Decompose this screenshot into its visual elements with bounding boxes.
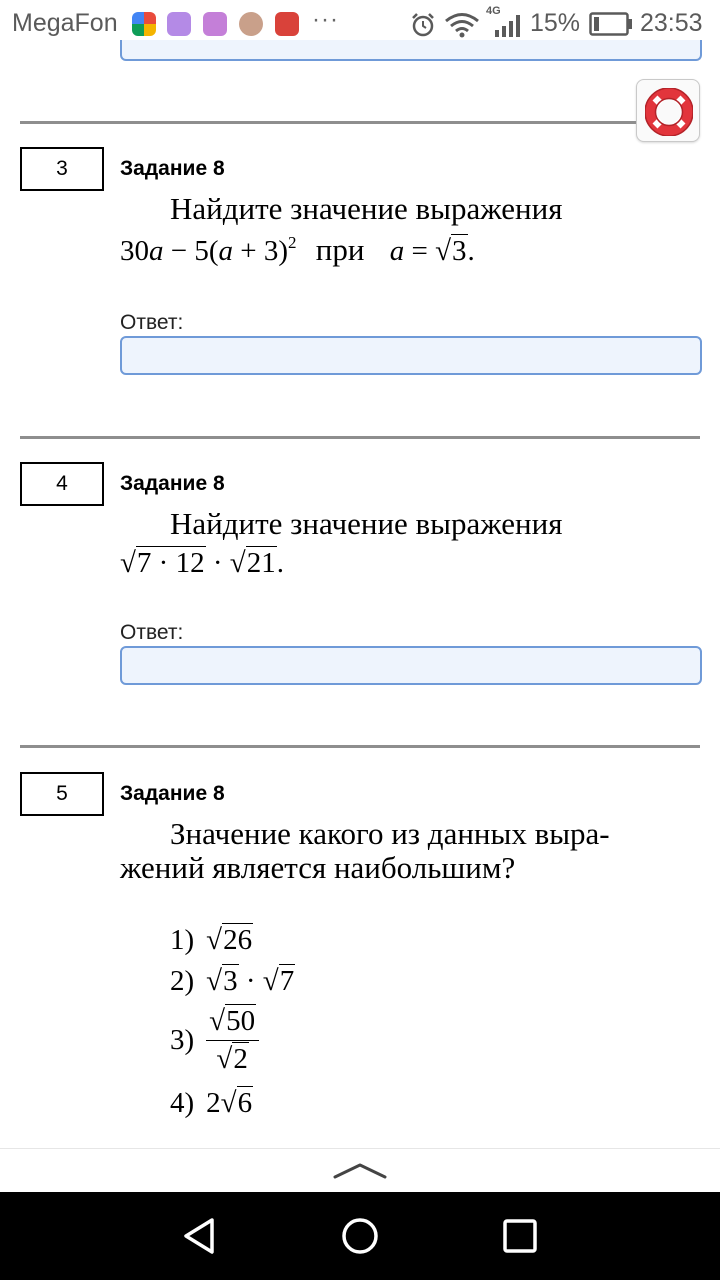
section-divider [20, 121, 636, 124]
task-title: Задание 8 [120, 472, 225, 495]
carrier-name: MegaFon [12, 9, 118, 37]
sqrt-symbol: √ [206, 924, 223, 956]
task-number-box: 5 [20, 772, 104, 816]
task-number-box: 3 [20, 147, 104, 191]
messages-notification-icon [167, 12, 191, 36]
fraction: √50 √2 [206, 1004, 260, 1076]
sqrt-expression: √21 [229, 546, 277, 580]
previous-answer-input[interactable] [120, 40, 702, 61]
lifebuoy-icon [645, 88, 693, 136]
answer-input[interactable] [120, 646, 702, 685]
sqrt-radicand: 3 [222, 964, 239, 997]
expr-part: 30 [120, 235, 149, 267]
sqrt-symbol: √ [206, 965, 223, 997]
sqrt-expression: √7 · 12 [120, 546, 206, 580]
sqrt-radicand: 26 [222, 923, 254, 956]
wifi-icon [445, 13, 479, 38]
sqrt-expression: √50 [209, 1004, 257, 1038]
expr-part: = [404, 235, 436, 267]
sqrt-radicand: 7 · 12 [135, 546, 206, 579]
expr-part: . [276, 547, 284, 579]
sqrt-expression: √7 [262, 964, 296, 998]
task-text: Найдите значение выражения [170, 506, 563, 541]
task-expression: √7 · 12 · √21. [120, 546, 284, 580]
section-divider [20, 436, 700, 439]
answer-option-3: 3) √50 √2 [170, 1004, 260, 1076]
option-number: 2) [170, 965, 195, 997]
sqrt-radicand: 2 [232, 1042, 249, 1075]
task-text: Значение какого из данных выра- [170, 816, 610, 851]
sqrt-symbol: √ [229, 547, 246, 579]
clock: 23:53 [640, 9, 703, 37]
task-text: Найдите значение выражения [170, 191, 563, 226]
sqrt-radicand: 21 [245, 546, 277, 579]
fraction-numerator: √50 [206, 1004, 259, 1040]
option-number: 3) [170, 1024, 195, 1056]
app-notification-icon [132, 12, 156, 36]
contact-avatar-icon [239, 12, 263, 36]
fraction-denominator: √2 [206, 1040, 260, 1076]
sqrt-expression: √3 [206, 964, 239, 998]
expr-part: 2 [206, 1087, 221, 1119]
expr-part: − 5( [163, 235, 219, 267]
expr-exponent: 2 [288, 233, 297, 252]
help-button[interactable] [636, 79, 700, 142]
sqrt-expression: √6 [220, 1086, 254, 1120]
option-number: 4) [170, 1087, 195, 1119]
triangle-back-icon[interactable] [180, 1216, 220, 1256]
sqrt-symbol: √ [435, 235, 451, 267]
expr-word-at: при [315, 232, 365, 267]
expr-part: + 3) [233, 235, 289, 267]
answer-input[interactable] [120, 336, 702, 375]
task-expression: 30a − 5(a + 3)2 при a = √3. [120, 232, 475, 268]
sqrt-radicand: 6 [236, 1086, 254, 1119]
expr-part: . [467, 235, 475, 267]
sqrt-symbol: √ [120, 547, 136, 579]
signal-icon [495, 15, 520, 37]
system-navigation-bar [0, 1192, 720, 1280]
sqrt-expression: √3 [435, 234, 468, 268]
expr-variable: a [389, 235, 405, 267]
answer-option-4: 4) 2√6 [170, 1086, 254, 1120]
square-recent-icon[interactable] [500, 1216, 540, 1256]
circle-home-icon[interactable] [340, 1216, 380, 1256]
section-divider [20, 745, 700, 748]
sqrt-radicand: 7 [278, 964, 296, 997]
sqrt-symbol: √ [209, 1005, 226, 1037]
alarm-icon [412, 13, 434, 37]
chevron-up-icon[interactable] [333, 1161, 387, 1181]
sqrt-radicand: 3 [451, 234, 468, 267]
option-number: 1) [170, 924, 195, 956]
answer-label: Ответ: [120, 311, 184, 334]
expr-variable: a [149, 235, 164, 267]
yandex-notification-icon [275, 12, 299, 36]
sqrt-radicand: 50 [225, 1004, 257, 1037]
expr-variable: a [218, 235, 234, 267]
answer-option-1: 1) √26 [170, 923, 254, 957]
answer-label: Ответ: [120, 621, 184, 644]
browser-bottom-bar [0, 1148, 720, 1192]
sqrt-symbol: √ [262, 965, 279, 997]
answer-option-2: 2) √3 · √7 [170, 964, 296, 998]
expr-part: · [238, 965, 263, 997]
expr-part: · [205, 547, 230, 579]
task-number-box: 4 [20, 462, 104, 506]
battery-percent: 15% [530, 9, 581, 37]
task-title: Задание 8 [120, 157, 225, 180]
gallery-notification-icon [203, 12, 227, 36]
task-text-continued: жений является наибольшим? [120, 850, 516, 885]
sqrt-expression: √2 [216, 1042, 249, 1076]
sqrt-symbol: √ [216, 1043, 233, 1075]
battery-icon [589, 12, 632, 36]
sqrt-symbol: √ [220, 1087, 237, 1119]
more-notifications-icon: ··· [312, 6, 339, 33]
task-title: Задание 8 [120, 782, 225, 805]
sqrt-expression: √26 [206, 923, 254, 957]
